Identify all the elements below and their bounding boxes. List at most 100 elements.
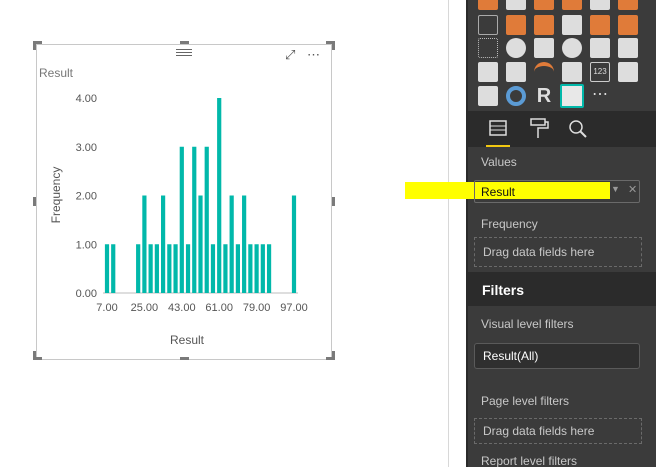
active-tab-underline (486, 145, 510, 147)
histogram-bar (167, 244, 172, 293)
page-filters-drop-well[interactable]: Drag data fields here (474, 418, 642, 444)
resize-handle-top-right-v[interactable] (332, 41, 335, 50)
ribbon-chart-icon[interactable] (618, 15, 638, 35)
histogram-bar (217, 98, 222, 293)
histogram-chart: Result 0.00 1.00 2.00 3.00 4.00 Frequency 7.00 2… (39, 66, 308, 347)
x-axis-label: Result (170, 333, 205, 347)
map-icon[interactable] (562, 38, 582, 58)
y-tick-label: 4.00 (76, 93, 97, 105)
x-tick-label: 7.00 (96, 302, 117, 314)
clustered-bar-icon[interactable] (506, 0, 526, 10)
x-tick-label: 61.00 (205, 302, 233, 314)
tab-analytics[interactable] (562, 111, 594, 147)
resize-handle-bottom[interactable] (180, 357, 189, 360)
histogram-bar (235, 244, 240, 293)
analytics-magnifier-icon (569, 120, 587, 138)
multi-row-card-icon[interactable] (562, 62, 582, 82)
filters-header: Filters (468, 272, 656, 306)
histogram-bar (136, 244, 141, 293)
fields-tab-icon (489, 120, 507, 136)
funnel-icon[interactable] (506, 62, 526, 82)
page-level-filters-label: Page level filters (481, 394, 570, 408)
histogram-bar (111, 244, 116, 293)
histogram-visual[interactable]: Result 0.00 1.00 2.00 3.00 4.00 Frequency 7.00 2… (36, 44, 332, 360)
y-tick-label: 2.00 (76, 191, 97, 203)
values-label: Values (481, 155, 517, 169)
more-options-icon[interactable]: ⋯ (307, 47, 321, 63)
donut-chart-icon[interactable] (506, 86, 526, 106)
canvas: { "visual": { "title": "Result", "more_o… (0, 0, 656, 467)
line-column-icon[interactable] (562, 15, 582, 35)
focus-mode-icon[interactable]: ⤢ (285, 47, 295, 63)
x-tick-label: 97.00 (280, 302, 308, 314)
histogram-bar (179, 146, 184, 293)
resize-handle-bottom-right-v[interactable] (332, 351, 335, 360)
x-tick-label: 79.00 (243, 302, 271, 314)
values-field-name: Result (481, 185, 516, 199)
histogram-bar (104, 244, 110, 293)
histogram-bar (229, 195, 234, 293)
y-tick-label: 1.00 (76, 239, 97, 251)
more-visuals-icon[interactable]: ⋯ (590, 86, 610, 106)
histogram-bar (242, 195, 247, 293)
gauge-icon[interactable] (534, 62, 554, 82)
pie-chart-icon[interactable] (506, 38, 526, 58)
field-dropdown-icon[interactable]: ▼ (611, 184, 620, 194)
frequency-drop-well[interactable]: Drag data fields here (474, 237, 642, 267)
pane-tabs (468, 111, 656, 147)
canvas-divider (448, 0, 449, 467)
resize-handle-left[interactable] (33, 197, 36, 206)
histogram-bar (161, 195, 166, 293)
drag-grip-icon[interactable] (176, 49, 192, 57)
stacked-100-column-icon[interactable] (618, 0, 638, 10)
histogram-bar (148, 244, 153, 293)
histogram-bar (142, 195, 147, 293)
clustered-column-icon[interactable] (590, 0, 610, 10)
visual-level-filters-label: Visual level filters (481, 317, 574, 331)
treemap-icon[interactable] (534, 38, 554, 58)
report-level-filters-label: Report level filters (481, 454, 578, 467)
y-tick-label: 3.00 (76, 142, 97, 154)
histogram-bar (291, 195, 297, 293)
histogram-bar (260, 244, 265, 293)
resize-handle-bottom-left-v[interactable] (33, 351, 36, 360)
histogram-visual-icon[interactable] (560, 84, 584, 108)
card-icon[interactable]: 123 (590, 62, 610, 82)
histogram-bar (198, 195, 203, 293)
visual-filter-chip[interactable]: Result(All) (474, 343, 640, 369)
tab-format[interactable] (522, 111, 554, 147)
values-field-well[interactable]: Result ▼ ✕ (474, 180, 640, 203)
remove-field-icon[interactable]: ✕ (628, 183, 637, 196)
frequency-label: Frequency (481, 217, 538, 231)
resize-handle-top-left-v[interactable] (33, 41, 36, 50)
r-script-visual-icon[interactable]: R (534, 86, 554, 106)
stacked-100-bar-icon[interactable] (534, 0, 554, 10)
slicer-icon[interactable] (478, 86, 498, 106)
histogram-bar (266, 244, 272, 293)
histogram-bar (210, 244, 216, 293)
line-clustered-column-icon[interactable] (590, 15, 610, 35)
y-tick-label: 0.00 (76, 288, 97, 300)
histogram-bar (248, 244, 253, 293)
histogram-bar (173, 244, 178, 293)
stacked-bar-icon[interactable] (478, 0, 498, 10)
x-tick-label: 25.00 (131, 302, 159, 314)
kpi-icon[interactable] (618, 62, 638, 82)
stacked-area-icon[interactable] (534, 15, 554, 35)
column-icon[interactable] (562, 0, 582, 10)
area-chart-icon[interactable] (506, 15, 526, 35)
visual-gallery: 123 R ⋯ (472, 0, 656, 112)
tab-fields[interactable] (482, 111, 514, 147)
x-tick-label: 43.00 (168, 302, 196, 314)
scatter-chart-icon[interactable] (478, 38, 498, 58)
matrix-icon[interactable] (618, 38, 638, 58)
resize-handle-top[interactable] (180, 41, 189, 44)
visual-title: Result (39, 66, 74, 80)
resize-handle-right[interactable] (332, 197, 335, 206)
table-icon[interactable] (590, 38, 610, 58)
histogram-bar (204, 146, 209, 293)
filled-map-icon[interactable] (478, 62, 498, 82)
paint-roller-icon (530, 118, 549, 138)
line-chart-icon[interactable] (478, 15, 498, 35)
histogram-bar (192, 146, 197, 293)
